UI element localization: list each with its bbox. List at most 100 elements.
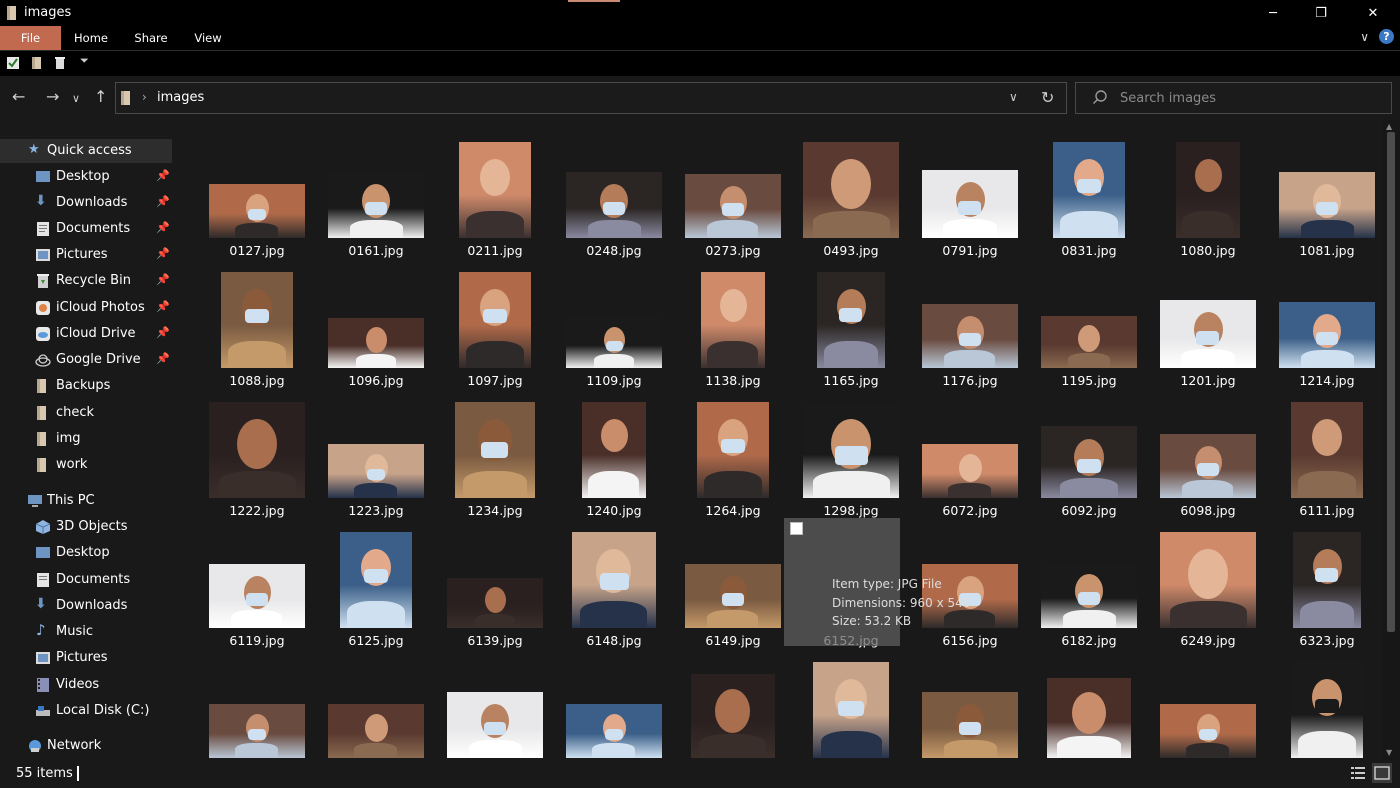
scroll-down-icon[interactable]: ▼: [1386, 748, 1392, 757]
pin-icon[interactable]: 📌: [156, 352, 170, 365]
file-tile[interactable]: 1240.jpg: [555, 392, 673, 520]
new-folder-icon[interactable]: [30, 56, 44, 74]
tab-file[interactable]: File: [0, 26, 61, 50]
sidebar-item-local-disk[interactable]: Local Disk (C:): [0, 699, 172, 723]
file-tile[interactable]: [911, 652, 1029, 760]
large-icons-view-icon[interactable]: [1372, 763, 1392, 783]
file-tile[interactable]: 1088.jpg: [198, 262, 316, 390]
file-tile[interactable]: [792, 652, 910, 760]
file-tile[interactable]: 1298.jpg: [792, 392, 910, 520]
file-tile[interactable]: 0791.jpg: [911, 132, 1029, 260]
file-tile[interactable]: 6111.jpg: [1268, 392, 1382, 520]
sidebar-item-network[interactable]: Network: [0, 734, 172, 758]
file-tile[interactable]: 6182.jpg: [1030, 522, 1148, 650]
file-tile[interactable]: 1195.jpg: [1030, 262, 1148, 390]
file-tile[interactable]: 1109.jpg: [555, 262, 673, 390]
pin-icon[interactable]: 📌: [156, 326, 170, 339]
sidebar-item-work[interactable]: work: [0, 453, 172, 477]
file-tile[interactable]: 6072.jpg: [911, 392, 1029, 520]
breadcrumb-chevron-icon[interactable]: ›: [142, 90, 147, 104]
tab-view[interactable]: View: [188, 26, 228, 50]
file-tile[interactable]: 6323.jpg: [1268, 522, 1382, 650]
sidebar-item-this-pc[interactable]: This PC: [0, 489, 172, 513]
file-tile[interactable]: 0273.jpg: [674, 132, 792, 260]
file-tile[interactable]: 6249.jpg: [1149, 522, 1267, 650]
sidebar-item-pc-pictures[interactable]: Pictures: [0, 646, 172, 670]
file-tile[interactable]: 6149.jpg: [674, 522, 792, 650]
pin-icon[interactable]: 📌: [156, 195, 170, 208]
sidebar-item-google-drive[interactable]: Google Drive 📌: [0, 348, 172, 372]
file-tile[interactable]: 0211.jpg: [436, 132, 554, 260]
file-tile[interactable]: 1096.jpg: [317, 262, 435, 390]
sidebar-item-quick-access[interactable]: ★ Quick access: [0, 139, 172, 163]
file-tile[interactable]: 1176.jpg: [911, 262, 1029, 390]
sidebar-item-music[interactable]: ♪ Music: [0, 620, 172, 644]
maximize-button[interactable]: ❐: [1298, 0, 1344, 26]
help-icon[interactable]: ?: [1379, 29, 1394, 44]
properties-icon[interactable]: [6, 56, 20, 74]
sidebar-item-icloud-drive[interactable]: iCloud Drive 📌: [0, 322, 172, 346]
file-tile[interactable]: 1165.jpg: [792, 262, 910, 390]
tab-share[interactable]: Share: [130, 26, 172, 50]
sidebar-item-3d-objects[interactable]: 3D Objects: [0, 515, 172, 539]
file-tile[interactable]: 1081.jpg: [1268, 132, 1382, 260]
sidebar-item-desktop[interactable]: Desktop 📌: [0, 165, 172, 189]
tab-home[interactable]: Home: [70, 26, 112, 50]
pin-icon[interactable]: 📌: [156, 300, 170, 313]
file-tile[interactable]: 1223.jpg: [317, 392, 435, 520]
sidebar-item-pc-desktop[interactable]: Desktop: [0, 541, 172, 565]
file-tile[interactable]: 0831.jpg: [1030, 132, 1148, 260]
sidebar-item-pc-documents[interactable]: Documents: [0, 568, 172, 592]
pin-icon[interactable]: 📌: [156, 273, 170, 286]
sidebar-item-backups[interactable]: Backups: [0, 374, 172, 398]
file-tile[interactable]: 6139.jpg: [436, 522, 554, 650]
file-tile[interactable]: 0161.jpg: [317, 132, 435, 260]
file-tile[interactable]: 1264.jpg: [674, 392, 792, 520]
sidebar-item-pc-downloads[interactable]: ⬇ Downloads: [0, 594, 172, 618]
file-tile[interactable]: 1214.jpg: [1268, 262, 1382, 390]
file-tile[interactable]: 6092.jpg: [1030, 392, 1148, 520]
close-button[interactable]: ✕: [1350, 0, 1396, 26]
file-tile[interactable]: 1138.jpg: [674, 262, 792, 390]
file-tile[interactable]: 1080.jpg: [1149, 132, 1267, 260]
sidebar-item-icloud-photos[interactable]: iCloud Photos 📌: [0, 296, 172, 320]
sidebar-item-check[interactable]: check: [0, 401, 172, 425]
file-tile[interactable]: 0493.jpg: [792, 132, 910, 260]
file-tile[interactable]: 0248.jpg: [555, 132, 673, 260]
search-box[interactable]: Search images: [1075, 82, 1392, 114]
file-tile[interactable]: 1222.jpg: [198, 392, 316, 520]
address-dropdown-icon[interactable]: ∨: [1009, 90, 1018, 104]
file-tile[interactable]: [436, 652, 554, 760]
file-tile[interactable]: [198, 652, 316, 760]
file-tile[interactable]: [1268, 652, 1382, 760]
scrollbar-thumb[interactable]: [1387, 132, 1395, 632]
file-tile[interactable]: [317, 652, 435, 760]
file-tile[interactable]: [555, 652, 673, 760]
file-tile[interactable]: 1234.jpg: [436, 392, 554, 520]
up-arrow-icon[interactable]: ↑: [94, 88, 107, 106]
refresh-icon[interactable]: ↻: [1041, 88, 1054, 107]
back-arrow-icon[interactable]: ←: [12, 88, 25, 106]
file-tile[interactable]: 0127.jpg: [198, 132, 316, 260]
file-tile[interactable]: 1097.jpg: [436, 262, 554, 390]
sidebar-item-downloads[interactable]: ⬇ Downloads 📌: [0, 191, 172, 215]
scroll-up-icon[interactable]: ▲: [1386, 122, 1392, 131]
minimize-button[interactable]: ─: [1250, 0, 1296, 26]
file-tile[interactable]: [674, 652, 792, 760]
file-tile[interactable]: 6119.jpg: [198, 522, 316, 650]
file-tile[interactable]: [1030, 652, 1148, 760]
customize-toolbar-icon[interactable]: ⏷: [80, 54, 89, 68]
pin-icon[interactable]: 📌: [156, 169, 170, 182]
file-tile[interactable]: 6125.jpg: [317, 522, 435, 650]
recent-locations-icon[interactable]: ∨: [72, 90, 80, 108]
forward-arrow-icon[interactable]: →: [46, 88, 59, 106]
details-view-icon[interactable]: [1350, 765, 1366, 785]
pin-icon[interactable]: 📌: [156, 247, 170, 260]
recycle-bin-icon[interactable]: [53, 56, 67, 74]
vertical-scrollbar[interactable]: ▲ ▼: [1382, 120, 1400, 760]
expand-ribbon-icon[interactable]: ∨: [1360, 30, 1369, 44]
file-tile[interactable]: 6098.jpg: [1149, 392, 1267, 520]
file-tile[interactable]: [1149, 652, 1267, 760]
file-tile[interactable]: 1201.jpg: [1149, 262, 1267, 390]
search-input[interactable]: Search images: [1120, 91, 1216, 106]
